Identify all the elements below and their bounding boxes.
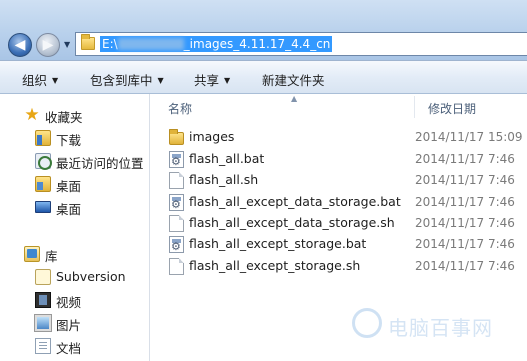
recent-places-icon [35, 153, 52, 170]
nav-label: 收藏夹 [45, 110, 83, 125]
address-bar-area: ◀ ▶ ▼ E:\ _images_4.11.17_4.4_cn [0, 0, 527, 60]
recent-pages-dropdown[interactable]: ▼ [64, 40, 70, 49]
nav-label: 桌面 [56, 202, 82, 217]
navigation-pane: ★ 收藏夹 下载 最近访问的位置 桌面 桌面 库 Subversion 视频 图… [0, 94, 150, 361]
file-name: flash_all.sh [189, 172, 259, 187]
file-name: flash_all_except_storage.bat [189, 236, 367, 251]
arrow-right-icon: ▶ [42, 37, 54, 53]
nav-item-favorites[interactable]: ★ 收藏夹 [0, 104, 150, 126]
file-date: 2014/11/17 7:46 [415, 173, 515, 187]
star-icon: ★ [24, 105, 40, 125]
file-name: flash_all.bat [189, 151, 265, 166]
watermark: 电脑百事网 [352, 306, 520, 346]
chevron-down-icon: ▼ [224, 76, 231, 85]
nav-item-videos[interactable]: 视频 [0, 289, 150, 311]
file-date: 2014/11/17 15:09 [415, 130, 523, 144]
arrow-left-icon: ◀ [14, 37, 26, 53]
nav-item-downloads[interactable]: 下载 [0, 127, 150, 149]
nav-item-desktop-folder[interactable]: 桌面 [0, 173, 150, 195]
nav-label: 最近访问的位置 [56, 156, 144, 171]
picture-icon [34, 314, 52, 332]
nav-item-recent[interactable]: 最近访问的位置 [0, 150, 150, 172]
shell-script-icon [169, 172, 184, 189]
column-header-modified[interactable]: 修改日期 [428, 100, 476, 117]
nav-item-libraries[interactable]: 库 [0, 243, 150, 265]
video-icon [35, 292, 51, 308]
downloads-folder-icon [35, 130, 51, 146]
column-header-name[interactable]: 名称 [168, 100, 192, 117]
command-toolbar: 组织 ▼ 包含到库中 ▼ 共享 ▼ 新建文件夹 [0, 60, 527, 94]
organize-label: 组织 [22, 73, 48, 88]
batch-file-icon [169, 194, 184, 211]
nav-label: 视频 [56, 295, 82, 310]
file-row[interactable]: flash_all.sh 2014/11/17 7:46 [165, 170, 527, 191]
file-row[interactable]: flash_all_except_data_storage.sh 2014/11… [165, 213, 527, 234]
file-date: 2014/11/17 7:46 [415, 152, 515, 166]
new-folder-label: 新建文件夹 [262, 73, 325, 88]
desktop-icon [35, 201, 51, 213]
column-divider[interactable] [414, 96, 415, 118]
library-icon [24, 246, 40, 262]
nav-item-pictures[interactable]: 图片 [0, 312, 150, 334]
back-button[interactable]: ◀ [8, 33, 32, 57]
file-name: flash_all_except_data_storage.bat [189, 194, 401, 209]
address-field[interactable]: E:\ _images_4.11.17_4.4_cn [75, 32, 527, 56]
watermark-logo-icon [352, 308, 382, 338]
nav-item-documents[interactable]: 文档 [0, 335, 150, 357]
nav-item-subversion[interactable]: Subversion [0, 266, 150, 288]
file-name: flash_all_except_storage.sh [189, 258, 361, 273]
file-row[interactable]: flash_all_except_data_storage.bat 2014/1… [165, 192, 527, 213]
folder-icon [169, 129, 184, 145]
nav-item-desktop[interactable]: 桌面 [0, 196, 150, 218]
file-date: 2014/11/17 7:46 [415, 216, 515, 230]
share-label: 共享 [194, 73, 220, 88]
document-icon [35, 338, 51, 354]
redacted-path-segment [117, 38, 184, 50]
file-name: flash_all_except_data_storage.sh [189, 215, 395, 230]
file-row[interactable]: flash_all_except_storage.bat 2014/11/17 … [165, 234, 527, 255]
chevron-down-icon: ▼ [52, 76, 59, 85]
sort-caret-icon: ▲ [291, 94, 298, 103]
organize-menu[interactable]: 组织 ▼ [22, 70, 58, 89]
nav-label: 桌面 [56, 179, 82, 194]
nav-label: 库 [45, 249, 58, 264]
include-in-library-menu[interactable]: 包含到库中 ▼ [90, 70, 164, 89]
file-date: 2014/11/17 7:46 [415, 259, 515, 273]
file-name: images [189, 129, 235, 144]
batch-file-icon [169, 236, 184, 253]
nav-label: 文档 [56, 341, 82, 356]
shell-script-icon [169, 215, 184, 232]
file-date: 2014/11/17 7:46 [415, 195, 515, 209]
batch-file-icon [169, 151, 184, 168]
desktop-folder-icon [35, 176, 51, 192]
chevron-down-icon: ▼ [157, 76, 164, 85]
file-row[interactable]: flash_all_except_storage.sh 2014/11/17 7… [165, 256, 527, 277]
include-in-library-label: 包含到库中 [90, 73, 153, 88]
watermark-text: 电脑百事网 [388, 316, 493, 340]
file-row[interactable]: flash_all.bat 2014/11/17 7:46 [165, 149, 527, 170]
subversion-library-icon [35, 269, 51, 285]
forward-button[interactable]: ▶ [36, 33, 60, 57]
shell-script-icon [169, 258, 184, 275]
new-folder-button[interactable]: 新建文件夹 [262, 70, 325, 89]
address-path[interactable]: E:\ _images_4.11.17_4.4_cn [100, 36, 333, 52]
folder-icon [81, 34, 95, 50]
address-path-end: _images_4.11.17_4.4_cn [183, 37, 331, 51]
nav-label: Subversion [56, 269, 126, 284]
nav-label: 图片 [56, 318, 82, 333]
file-date: 2014/11/17 7:46 [415, 237, 515, 251]
share-menu[interactable]: 共享 ▼ [194, 70, 230, 89]
file-row[interactable]: images 2014/11/17 15:09 [165, 127, 527, 148]
address-path-start: E:\ [102, 37, 118, 51]
nav-label: 下载 [56, 133, 82, 148]
